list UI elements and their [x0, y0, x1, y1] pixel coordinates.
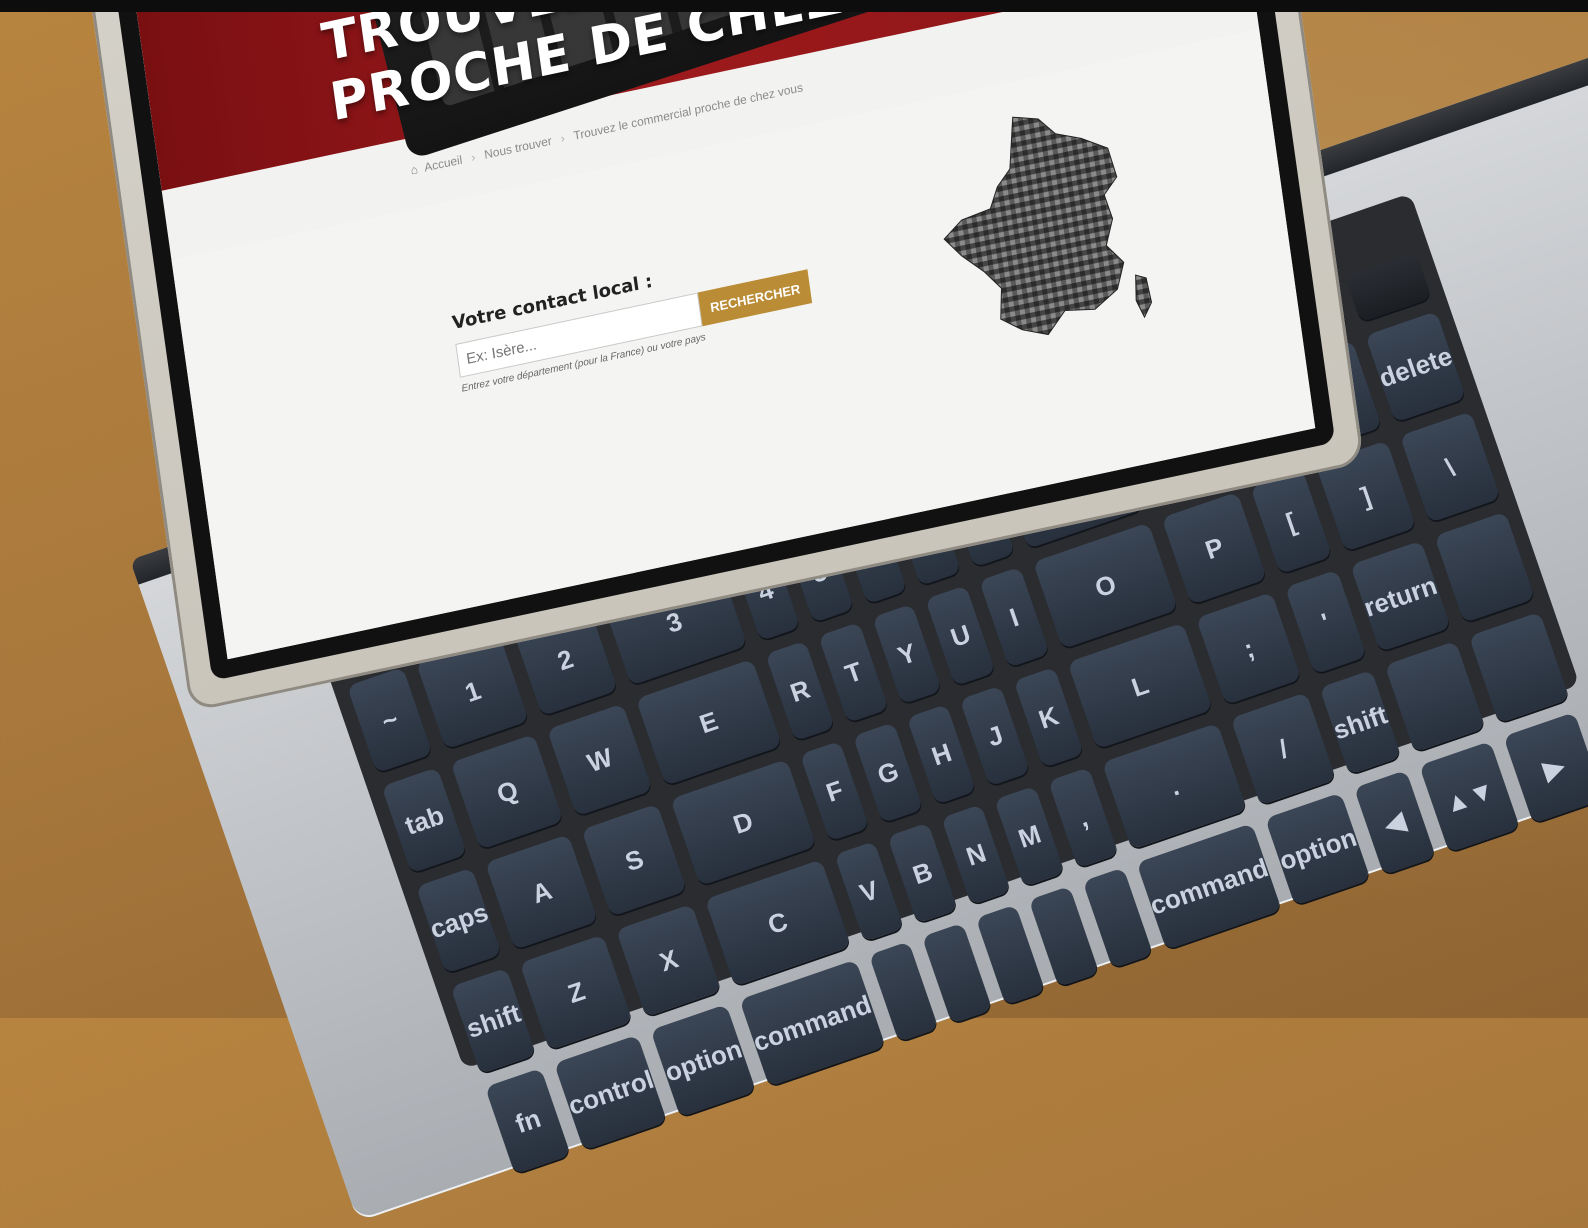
keyboard-key[interactable]: ' — [1284, 569, 1367, 675]
keyboard-key[interactable]: X — [616, 903, 722, 1017]
keyboard-key[interactable]: / — [1230, 692, 1336, 806]
top-shadow — [0, 0, 1588, 12]
corsica-shape — [1135, 274, 1153, 319]
keyboard-key[interactable]: tab — [381, 767, 468, 874]
phone-icon: ✆ — [794, 555, 813, 580]
keyboard-key[interactable]: Q — [450, 733, 564, 850]
keyboard-key[interactable]: \ — [1399, 411, 1501, 523]
keyboard-key[interactable]: E — [635, 658, 782, 786]
keyboard-key[interactable]: . — [1101, 722, 1248, 850]
keyboard-key[interactable]: O — [1032, 522, 1179, 650]
keyboard-key[interactable] — [1082, 867, 1153, 969]
breadcrumb-separator: › — [470, 149, 477, 165]
keyboard-key[interactable]: W — [547, 703, 653, 817]
keyboard-key[interactable] — [1468, 611, 1570, 724]
keyboard-key[interactable]: return — [1349, 540, 1451, 653]
keyboard-key[interactable]: D — [670, 759, 817, 887]
keyboard-key[interactable]: control — [554, 1034, 668, 1151]
keyboard-key[interactable]: ~ — [346, 666, 433, 774]
keyboard-key[interactable]: shift — [1319, 669, 1402, 775]
keyboard-key[interactable]: I — [978, 566, 1050, 668]
keyboard-key[interactable]: option — [650, 1004, 756, 1118]
keyboard-key[interactable]: ; — [1196, 592, 1302, 705]
home-icon[interactable]: ⌂ — [410, 162, 419, 177]
keyboard-key[interactable]: , — [1048, 767, 1119, 869]
keyboard-key[interactable]: ◀ — [1353, 770, 1436, 876]
keyboard-key[interactable]: C — [704, 859, 851, 987]
keyboard-key[interactable]: L — [1067, 622, 1214, 750]
keyboard-key[interactable]: ▶ — [1503, 712, 1588, 824]
keyboard-key[interactable]: K — [1013, 667, 1084, 768]
keyboard-key[interactable]: [ — [1250, 469, 1333, 575]
france-map-image[interactable] — [919, 86, 1168, 370]
keyboard-key[interactable]: A — [485, 834, 599, 950]
keyboard-key[interactable] — [1434, 511, 1536, 624]
keyboard-key[interactable]: caps — [415, 867, 502, 974]
breadcrumb-home-link[interactable]: Accueil — [423, 153, 463, 175]
keyboard-key[interactable]: S — [581, 803, 687, 917]
keyboard-key[interactable]: fn — [484, 1067, 571, 1175]
keyboard-key[interactable]: shift — [450, 967, 537, 1074]
breadcrumb-find-link[interactable]: Nous trouver — [483, 134, 552, 162]
keyboard-key[interactable]: Z — [519, 934, 633, 1051]
keyboard-key[interactable] — [1384, 640, 1486, 753]
france-mainland-shape — [943, 116, 1125, 336]
keyboard-key[interactable]: command — [739, 959, 886, 1087]
keyboard-key[interactable]: delete — [1365, 311, 1467, 423]
breadcrumb-separator: › — [559, 130, 566, 146]
keyboard-key[interactable]: P — [1161, 491, 1267, 605]
keyboard-key[interactable] — [1344, 252, 1432, 323]
